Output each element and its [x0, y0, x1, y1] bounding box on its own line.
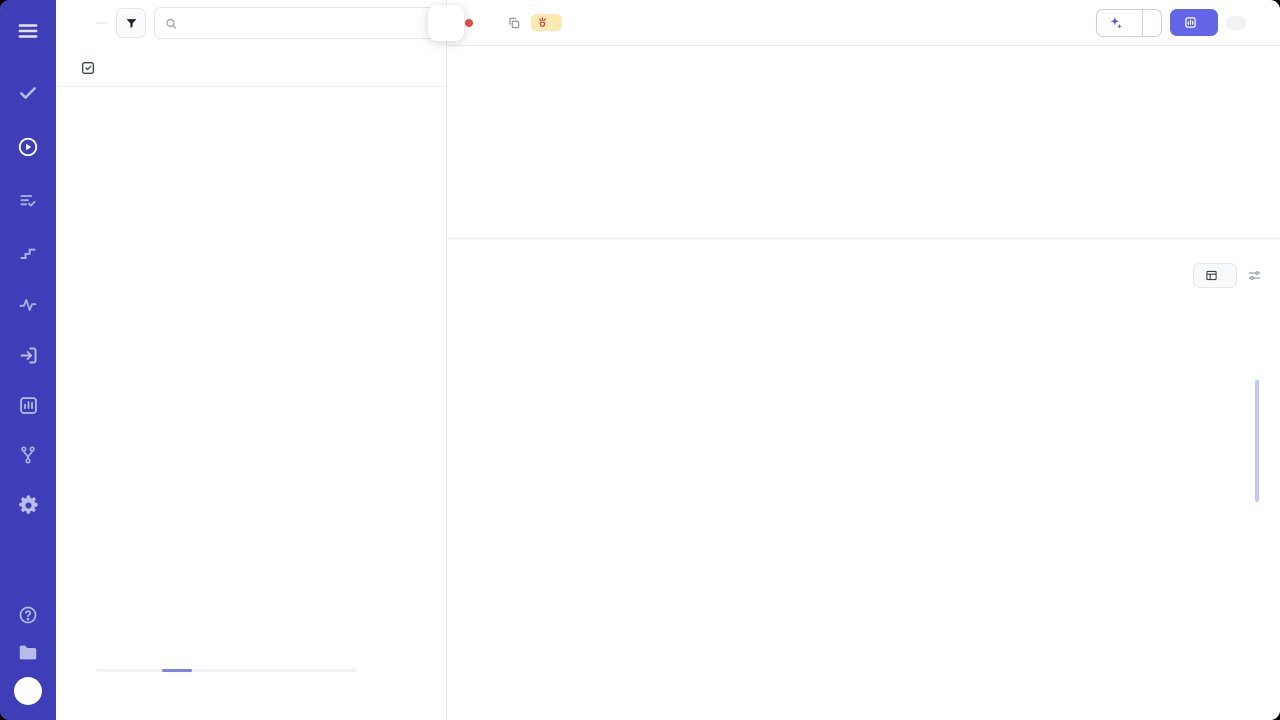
close-run-button[interactable] — [1254, 19, 1266, 27]
result-donut-chart — [565, 92, 691, 218]
breadcrumb — [78, 22, 108, 24]
panel-close-button[interactable] — [428, 5, 464, 41]
sparkle-icon — [1109, 16, 1123, 30]
app-window — [0, 0, 1280, 720]
status-filter-chips — [447, 239, 1280, 251]
run-summary-button[interactable] — [1096, 9, 1162, 37]
workspace-folder-icon[interactable] — [0, 634, 56, 672]
runs-play-icon[interactable] — [0, 128, 56, 166]
report-chart-icon — [1184, 16, 1197, 29]
copy-icon[interactable] — [507, 16, 521, 30]
runs-filter-tabs — [56, 46, 446, 87]
run-title-block — [447, 46, 1280, 76]
donut — [565, 92, 691, 218]
help-icon[interactable] — [0, 596, 56, 634]
left-search-input[interactable] — [184, 16, 425, 31]
run-detail-panel — [447, 0, 1280, 720]
trend-chart-svg — [66, 103, 438, 295]
sort-row — [447, 251, 1280, 294]
run-summary-more-button[interactable] — [1142, 10, 1161, 36]
run-list — [56, 300, 446, 326]
search-icon — [165, 17, 177, 30]
runs-count-badge — [96, 22, 108, 24]
run-detail-tabs — [447, 228, 1280, 239]
runs-list-panel — [56, 0, 447, 720]
main-vscrollbar[interactable] — [1255, 380, 1259, 502]
report-button[interactable] — [1170, 9, 1218, 36]
projects-check-icon[interactable] — [0, 74, 56, 112]
nav-rail — [0, 0, 56, 720]
left-panel-header — [56, 0, 446, 46]
reports-chart-icon[interactable] — [0, 386, 56, 424]
left-search[interactable] — [154, 7, 436, 39]
sign-in-icon[interactable] — [0, 336, 56, 374]
more-actions-button[interactable] — [1226, 16, 1246, 30]
run-status-dot — [465, 19, 473, 27]
test-cases-icon[interactable] — [0, 182, 56, 220]
run-overview — [447, 76, 1280, 228]
trend-legend — [56, 87, 446, 101]
run-detail-header — [447, 0, 1280, 46]
manual-type-badge — [531, 14, 562, 31]
custom-view-button[interactable] — [1193, 263, 1237, 288]
left-hscrollbar[interactable] — [96, 669, 356, 672]
hamburger-menu-icon[interactable] — [0, 12, 56, 50]
user-avatar[interactable] — [0, 672, 56, 710]
settings-gear-icon[interactable] — [0, 486, 56, 524]
select-all-icon[interactable] — [80, 60, 96, 76]
trend-chart — [56, 101, 446, 300]
table-icon — [1205, 269, 1218, 282]
integrations-branch-icon[interactable] — [0, 436, 56, 474]
funnel-icon — [125, 17, 138, 30]
steps-icon[interactable] — [0, 234, 56, 272]
test-list — [447, 294, 1280, 720]
manual-hand-icon — [537, 17, 548, 28]
view-settings-icon[interactable] — [1247, 268, 1262, 283]
header-actions — [1096, 9, 1266, 37]
activity-pulse-icon[interactable] — [0, 286, 56, 324]
filter-button[interactable] — [116, 8, 146, 38]
pagination — [56, 698, 134, 712]
